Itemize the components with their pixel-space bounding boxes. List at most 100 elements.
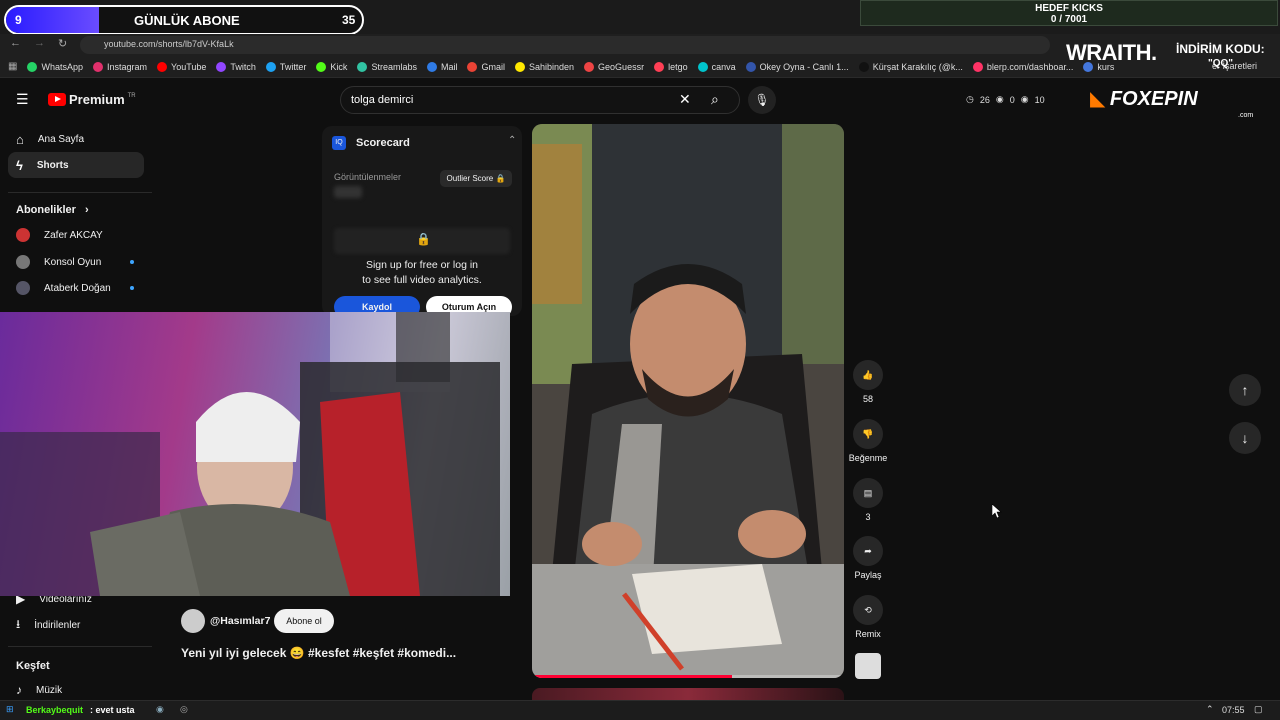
bookmark-label: WhatsApp (41, 61, 83, 72)
sidebar-item-channel[interactable]: Konsol Oyun (8, 249, 144, 275)
bookmark-item[interactable]: Okey Oyna - Canlı 1... (745, 61, 849, 72)
sidebar-item-home[interactable]: ⌂ Ana Sayfa (8, 126, 144, 152)
share-action[interactable]: ➦ Paylaş (848, 536, 888, 580)
bookmark-item[interactable]: Twitch (216, 61, 256, 72)
bookmark-item[interactable]: Sahibinden (515, 61, 574, 72)
bookmark-item[interactable]: Gmail (467, 61, 505, 72)
app-icon[interactable]: ◎ (180, 704, 188, 715)
sidebar-item-channel[interactable]: Ataberk Doğan (8, 275, 144, 301)
bookmark-item[interactable]: GeoGuessr (584, 61, 645, 72)
subscribe-button[interactable]: Abone ol (274, 609, 334, 633)
video-progress-track[interactable] (532, 675, 844, 678)
tray-chevron-icon[interactable]: ⌃ (1206, 704, 1214, 715)
explore-heading: Keşfet (16, 660, 50, 672)
collapse-icon[interactable]: ⌃ (508, 135, 516, 146)
short-title[interactable]: Yeni yıl iyi gelecek 😄 #kesfet #keşfet #… (181, 646, 511, 660)
foxepin-domain: .com (1238, 112, 1254, 119)
bookmark-label: letgo (668, 61, 688, 72)
bookmark-label: GeoGuessr (598, 61, 645, 72)
stat-a: 26 (979, 94, 990, 105)
sidebar-item-channel[interactable]: Zafer AKCAY (8, 222, 144, 248)
search-input[interactable]: tolga demirci (351, 94, 413, 106)
bookmark-label: Kürşat Karakılıç (@k... (872, 61, 963, 72)
like-action[interactable]: 👍 58 (848, 360, 888, 404)
sound-thumbnail[interactable] (855, 653, 881, 679)
youtube-play-icon (48, 93, 66, 106)
avatar (16, 281, 30, 295)
comments-action[interactable]: ▤ 3 (848, 478, 888, 522)
previous-short-button[interactable]: ↑ (1229, 374, 1261, 406)
youtube-premium-label: Premium (69, 92, 125, 107)
menu-icon[interactable]: ☰ (16, 91, 29, 108)
next-short-button[interactable]: ↓ (1229, 422, 1261, 454)
remix-icon[interactable]: ⟲ (853, 595, 883, 625)
next-short-preview[interactable] (532, 688, 844, 700)
bookmark-item[interactable]: Instagram (92, 61, 147, 72)
bookmark-item[interactable]: Kürşat Karakılıç (@k... (858, 61, 963, 72)
voice-search-icon[interactable]: 🎙 (748, 86, 776, 114)
remix-label: Remix (855, 629, 881, 639)
forward-icon[interactable]: → (34, 37, 45, 49)
download-icon: ⭳ (16, 616, 21, 631)
bookmark-item[interactable]: letgo (654, 61, 688, 72)
bookmark-favicon-icon (92, 61, 103, 72)
bookmark-item[interactable]: WhatsApp (27, 61, 83, 72)
sidebar-item-downloads[interactable]: ⭳ İndirilenler (8, 612, 144, 638)
bookmark-item[interactable]: blerp.com/dashboar... (972, 61, 1073, 72)
bookmark-favicon-icon (515, 61, 525, 72)
bookmark-item[interactable]: Twitter (265, 61, 307, 72)
chat-message: : evet usta (90, 705, 135, 715)
avatar (16, 228, 30, 242)
apps-grid-icon[interactable]: ▦ (8, 61, 17, 72)
channel-name: Zafer AKCAY (44, 229, 103, 241)
search-box[interactable]: tolga demirci ✕ ⌕ (340, 86, 740, 114)
search-icon[interactable]: ⌕ (711, 91, 719, 108)
arrow-down-icon: ↓ (1241, 430, 1249, 446)
reload-icon[interactable]: ↻ (58, 37, 67, 50)
bookmark-label: Twitter (279, 61, 307, 72)
foxepin-logo: FOXEPIN (1109, 88, 1198, 110)
dislike-action[interactable]: 👎 Beğenme (848, 419, 888, 463)
sponsor-overlay: WRAITH. İNDİRİM KODU: "QQ" (1066, 38, 1278, 74)
share-icon[interactable]: ➦ (853, 536, 883, 566)
bookmark-item[interactable]: YouTube (157, 61, 206, 72)
subscriptions-heading[interactable]: Abonelikler › (16, 204, 89, 216)
bookmark-label: Twitch (230, 61, 256, 72)
sidebar-item-label: Shorts (36, 159, 69, 171)
stat-c: 10 (1034, 94, 1045, 105)
scorecard-panel: IQ Scorecard ⌃ Görüntülenmeler Outlier S… (322, 126, 522, 318)
stat-b: 0 (1009, 94, 1015, 105)
avatar (16, 255, 30, 269)
windows-icon[interactable]: ⊞ (6, 704, 14, 715)
channel-handle[interactable]: @Hasımlar7 (210, 615, 270, 627)
url-field[interactable]: youtube.com/shorts/lb7dV-KfaLk (80, 36, 1050, 54)
signup-text-1: Sign up for free or log in (365, 259, 479, 271)
clear-search-icon[interactable]: ✕ (679, 91, 691, 108)
mouse-cursor-icon (992, 504, 1002, 518)
bookmark-item[interactable]: Mail (426, 61, 457, 72)
discord-icon[interactable]: ◉ (156, 704, 164, 715)
short-video-player[interactable] (532, 124, 844, 678)
comment-icon[interactable]: ▤ (853, 478, 883, 508)
channel-name: Konsol Oyun (44, 256, 102, 268)
clock-icon: ◷ (966, 94, 974, 104)
remix-action[interactable]: ⟲ Remix (848, 595, 888, 639)
youtube-logo[interactable]: Premium TR (48, 92, 136, 107)
bookmark-item[interactable]: Kick (316, 61, 347, 72)
sidebar-divider (8, 192, 152, 193)
outlier-score-button[interactable]: Outlier Score 🔒 (440, 170, 512, 187)
music-icon: ♪ (16, 683, 22, 697)
thumbs-up-icon[interactable]: 👍 (853, 360, 883, 390)
sidebar-item-label: İndirilenler (34, 619, 81, 631)
notification-icon[interactable]: ▢ (1254, 704, 1263, 715)
views-label: Görüntülenmeler (334, 172, 402, 182)
bookmark-favicon-icon (426, 61, 437, 72)
bookmark-item[interactable]: Streamlabs (357, 61, 417, 72)
new-content-dot (130, 260, 134, 264)
thumbs-down-icon[interactable]: 👎 (853, 419, 883, 449)
bookmark-item[interactable]: canva (697, 61, 736, 72)
sidebar-item-shorts[interactable]: ϟ Shorts (8, 152, 144, 178)
back-icon[interactable]: ← (10, 37, 21, 49)
subscriptions-label: Abonelikler (16, 204, 76, 216)
avatar[interactable] (181, 609, 205, 633)
